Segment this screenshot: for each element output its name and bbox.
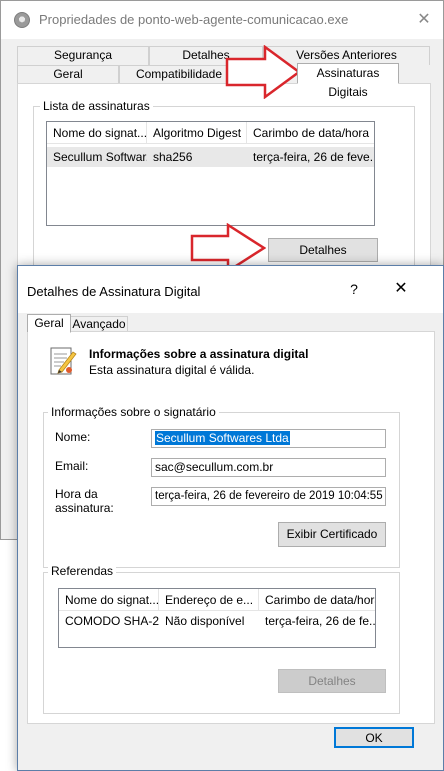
column-header[interactable]: Algoritmo Digest	[147, 122, 247, 144]
info-heading: Informações sobre a assinatura digital	[89, 347, 309, 361]
list-cell: sha256	[153, 150, 193, 164]
name-field[interactable]: Secullum Softwares Ltda	[151, 429, 386, 448]
column-header[interactable]: Endereço de e...	[159, 589, 259, 611]
close-icon[interactable]: ✕	[390, 278, 412, 300]
list-header: Nome do signat... Endereço de e... Carim…	[59, 589, 375, 611]
list-row[interactable]: Secullum Softwar... sha256 terça-feira, …	[47, 147, 374, 167]
dialog-title: Detalhes de Assinatura Digital	[27, 284, 201, 299]
close-icon[interactable]: ✕	[411, 8, 437, 32]
tab-compatibilidade[interactable]: Compatibilidade	[119, 65, 239, 84]
app-icon	[14, 12, 30, 28]
email-value: sac@secullum.com.br	[155, 460, 274, 474]
list-cell: Não disponível	[165, 614, 245, 628]
countersignature-details-button[interactable]: Detalhes	[278, 669, 386, 693]
signing-time-label-2: assinatura:	[55, 501, 114, 515]
email-field[interactable]: sac@secullum.com.br	[151, 458, 386, 477]
signing-time-value: terça-feira, 26 de fevereiro de 2019 10:…	[155, 490, 383, 502]
column-header[interactable]: Nome do signat...	[59, 589, 159, 611]
properties-titlebar: Propriedades de ponto-web-agente-comunic…	[1, 1, 443, 39]
list-cell: Secullum Softwar...	[53, 150, 147, 164]
signing-time-field[interactable]: terça-feira, 26 de fevereiro de 2019 10:…	[151, 487, 386, 506]
list-row[interactable]: COMODO SHA-2... Não disponível terça-fei…	[59, 611, 375, 631]
tab-seguranca[interactable]: Segurança	[17, 46, 149, 65]
email-label: Email:	[55, 459, 89, 473]
name-label: Nome:	[55, 430, 91, 444]
name-value: Secullum Softwares Ltda	[155, 431, 290, 445]
signature-status-text: Esta assinatura digital é válida.	[89, 363, 255, 377]
details-button[interactable]: Detalhes	[268, 238, 378, 262]
list-cell: COMODO SHA-2...	[65, 614, 159, 628]
red-arrow-icon	[225, 45, 301, 99]
signing-time-label-1: Hora da	[55, 487, 98, 501]
properties-window-title: Propriedades de ponto-web-agente-comunic…	[39, 12, 349, 27]
tab-geral[interactable]: Geral	[17, 65, 119, 84]
dialog-titlebar: Detalhes de Assinatura Digital ? ✕	[18, 266, 443, 313]
signer-info-label: Informações sobre o signatário	[48, 405, 219, 419]
tab-assinaturas-digitais[interactable]: Assinaturas Digitais	[297, 63, 399, 99]
tab-panel-geral: Informações sobre a assinatura digital E…	[27, 331, 435, 724]
list-cell: terça-feira, 26 de fe...	[265, 614, 375, 628]
view-certificate-button[interactable]: Exibir Certificado	[278, 522, 386, 547]
tab-avancado[interactable]: Avançado	[70, 316, 128, 332]
countersignature-list[interactable]: Nome do signat... Endereço de e... Carim…	[58, 588, 376, 648]
column-header[interactable]: Nome do signat...	[47, 122, 147, 144]
signature-list-label: Lista de assinaturas	[40, 99, 153, 113]
signature-details-dialog: Detalhes de Assinatura Digital ? ✕ Geral…	[17, 265, 444, 771]
list-cell: terça-feira, 26 de feve...	[253, 150, 374, 164]
column-header[interactable]: Carimbo de data/hora	[259, 589, 375, 611]
tab-geral[interactable]: Geral	[27, 314, 71, 333]
countersignatures-label: Referendas	[48, 564, 117, 578]
certificate-document-icon	[50, 347, 77, 375]
signature-list[interactable]: Nome do signat... Algoritmo Digest Carim…	[46, 121, 375, 226]
ok-button[interactable]: OK	[334, 727, 414, 748]
help-icon[interactable]: ?	[343, 278, 365, 300]
list-header: Nome do signat... Algoritmo Digest Carim…	[47, 122, 374, 144]
column-header[interactable]: Carimbo de data/hora	[247, 122, 374, 144]
